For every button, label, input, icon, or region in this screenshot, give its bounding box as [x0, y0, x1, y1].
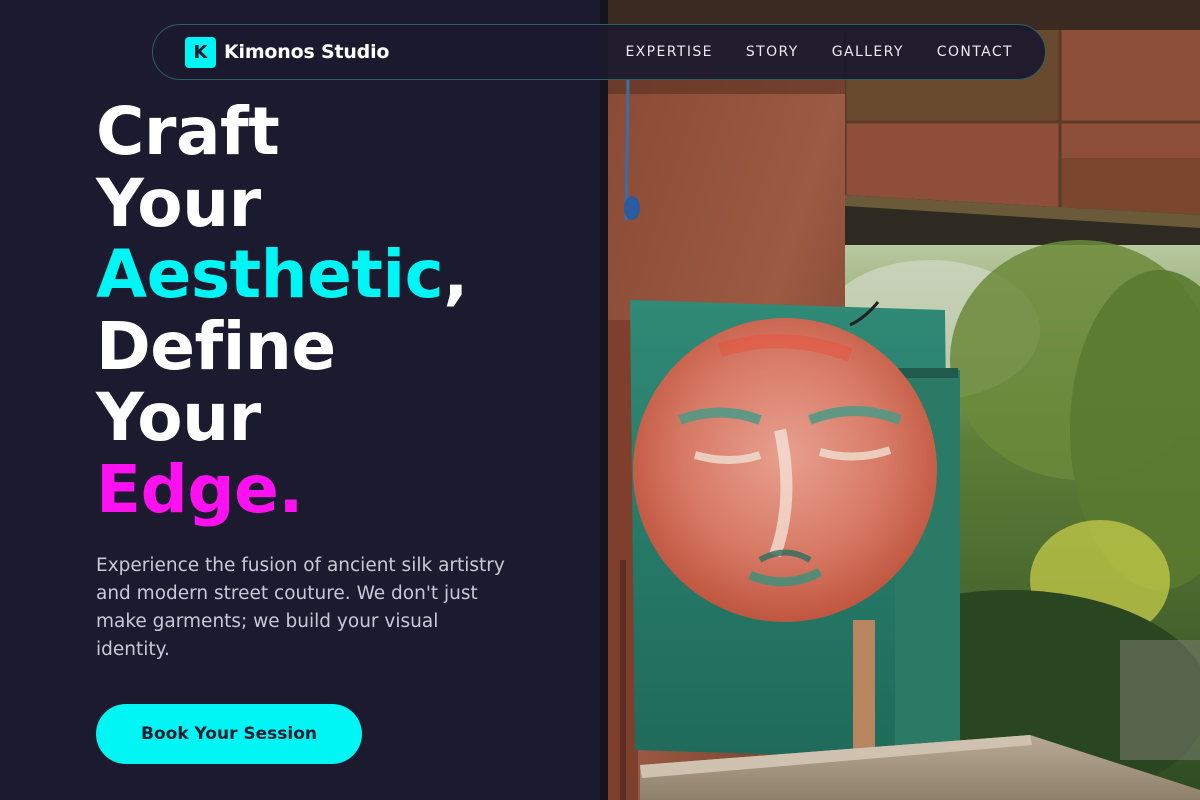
hero-photo [600, 0, 1200, 800]
nav-links: EXPERTISE STORY GALLERY CONTACT [625, 44, 1013, 60]
headline-line-your: Your [96, 164, 261, 242]
headline-line-define: Define [96, 307, 336, 385]
hero-photo-art [600, 0, 1200, 800]
headline-accent-aesthetic: Aesthetic [96, 236, 444, 313]
nav-link-story[interactable]: STORY [746, 44, 799, 60]
nav-link-contact[interactable]: CONTACT [937, 44, 1013, 60]
brand-mark-icon: K [185, 36, 216, 68]
hero-description: Experience the fusion of ancient silk ar… [96, 555, 505, 660]
headline-comma: , [443, 236, 468, 313]
headline-accent-edge: Edge. [96, 450, 303, 528]
brand-logo-link[interactable]: K Kimonos Studio [185, 36, 390, 68]
nav-link-expertise[interactable]: EXPERTISE [625, 44, 712, 60]
book-session-button[interactable]: Book Your Session [96, 704, 362, 764]
headline-line-craft: Craft [96, 93, 280, 170]
brand-name: Kimonos Studio [224, 41, 390, 63]
headline-line-your-2: Your [96, 379, 261, 456]
headline-line-aesthetic: Aesthetic, [96, 239, 468, 311]
nav-link-gallery[interactable]: GALLERY [832, 44, 904, 60]
landing-page: K Kimonos Studio EXPERTISE STORY GALLERY… [0, 0, 1200, 800]
top-nav: K Kimonos Studio EXPERTISE STORY GALLERY… [152, 24, 1046, 80]
hero-headline: Craft Your Aesthetic, Define Your Edge. [96, 96, 468, 525]
